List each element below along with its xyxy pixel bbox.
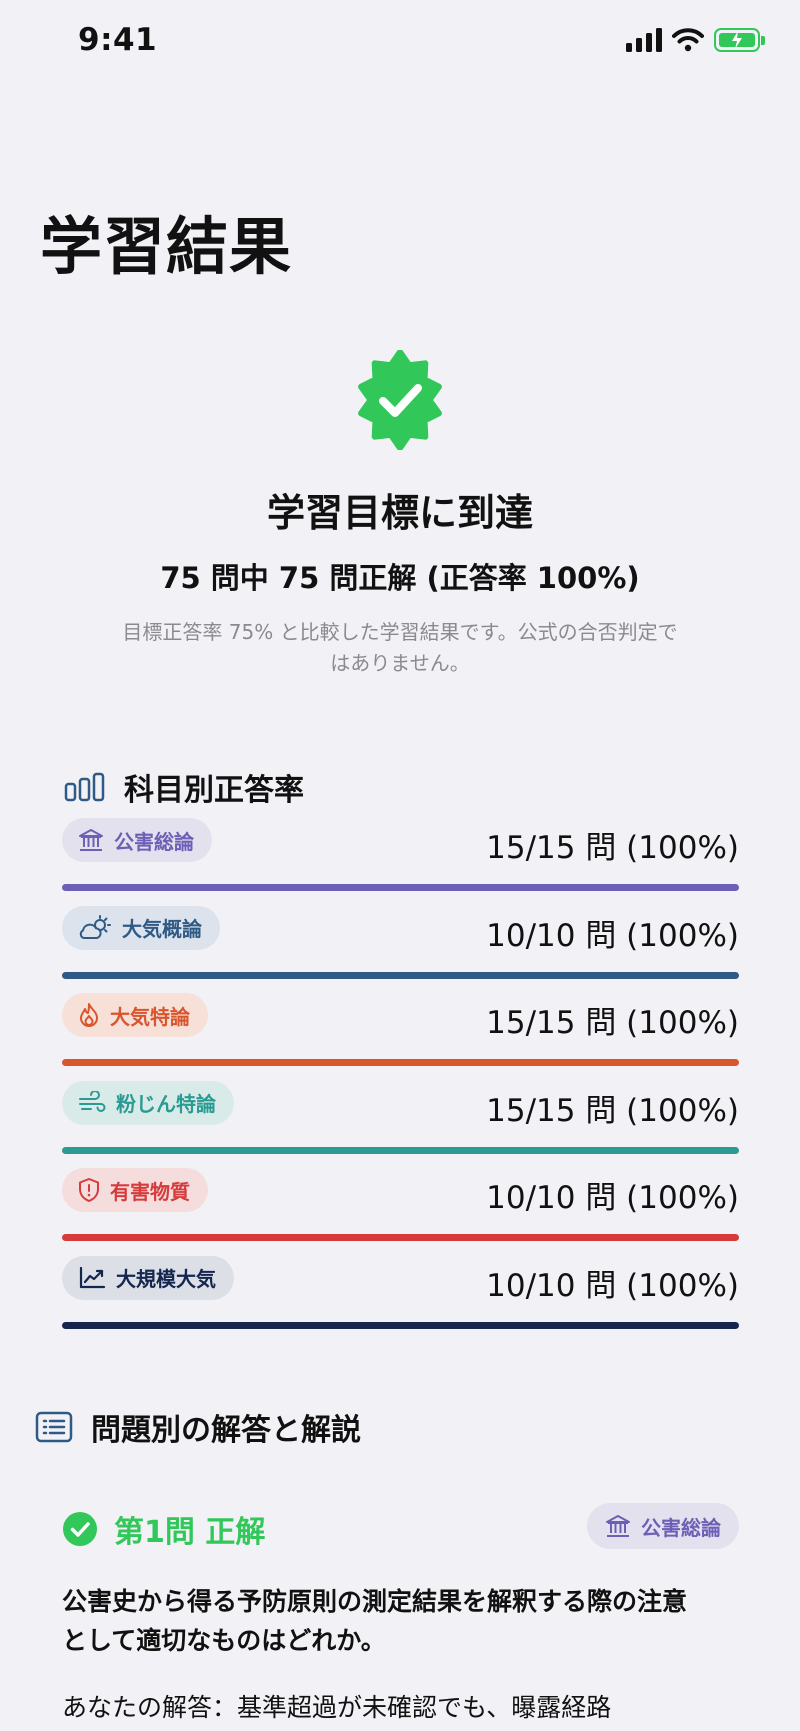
subject-name: 大規模大気 <box>116 1267 216 1291</box>
subject-chip: 大気概論 <box>62 905 220 950</box>
result-headline: 学習目標に到達 <box>266 491 533 535</box>
shield-alert-icon <box>79 1178 99 1202</box>
question-subject-name: 公害総論 <box>641 1515 721 1540</box>
subject-name: 大気概論 <box>122 917 202 941</box>
check-circle-icon <box>63 1512 97 1546</box>
subject-progress-bar <box>62 1321 739 1329</box>
questions-section-header: 問題別の解答と解説 <box>35 1405 361 1449</box>
verified-seal-icon <box>358 349 442 451</box>
question-subject-chip: 公害総論 <box>587 1503 739 1549</box>
subject-progress-bar <box>62 971 739 979</box>
subject-progress-bar <box>62 1234 739 1241</box>
questions-section-title: 問題別の解答と解説 <box>91 1413 361 1448</box>
result-score: 75 問中 75 問正解 (正答率 100%) <box>160 561 640 595</box>
status-time: 9:41 <box>78 22 158 58</box>
subject-row: 大気特論 15/15 問 (100%) <box>62 987 739 1075</box>
subject-score: 15/15 問 (100%) <box>486 1005 739 1041</box>
question-header: 第1問 正解 公害総論 <box>62 1503 739 1553</box>
result-note: 目標正答率 75% と比較した学習結果です。公式の合否判定ではありません。 <box>122 620 678 675</box>
page-title: 学習結果 <box>40 210 293 283</box>
flame-icon <box>80 1003 98 1027</box>
cellular-signal-icon <box>626 28 662 52</box>
subject-name: 大気特論 <box>110 1004 190 1029</box>
question-text: 公害史から得る予防原則の測定結果を解釈する際の注意として適切なものはどれか。 <box>62 1587 688 1655</box>
subject-row: 大気概論 10/10 問 (100%) <box>62 900 739 988</box>
subject-score: 15/15 問 (100%) <box>486 830 739 866</box>
subject-row: 粉じん特論 15/15 問 (100%) <box>62 1075 739 1163</box>
subject-row: 大規模大気 10/10 問 (100%) <box>62 1250 739 1338</box>
government-building-icon <box>606 1515 630 1537</box>
subject-chip: 公害総論 <box>62 818 212 862</box>
subjects-section-title: 科目別正答率 <box>124 773 304 808</box>
subject-chip: 有害物質 <box>62 1168 208 1212</box>
subject-row: 公害総論 15/15 問 (100%) <box>62 812 739 900</box>
subject-score: 10/10 問 (100%) <box>486 1267 739 1304</box>
bar-chart-icon <box>64 772 105 802</box>
question-user-answer: あなたの解答：基準超過が未確認でも、曝露経路 <box>62 1693 612 1722</box>
subject-row: 有害物質 10/10 問 (100%) <box>62 1162 739 1250</box>
subject-chip: 粉じん特論 <box>62 1080 234 1125</box>
subject-list: 公害総論 15/15 問 (100%) 大気概論 10/10 問 (100%) … <box>62 812 739 1337</box>
wind-icon <box>79 1090 106 1112</box>
sun-cloud-icon <box>79 914 111 939</box>
subject-name: 有害物質 <box>110 1179 190 1204</box>
subject-name: 公害総論 <box>114 829 194 854</box>
question-status-label: 第1問 正解 <box>114 1515 266 1550</box>
status-bar: 9:41 <box>0 0 800 90</box>
status-icons <box>626 28 765 52</box>
subject-progress-bar <box>62 884 739 891</box>
subject-progress-bar <box>62 1146 739 1154</box>
subject-score: 10/10 問 (100%) <box>486 1180 739 1216</box>
list-document-icon <box>35 1411 73 1443</box>
battery-charging-icon <box>714 28 765 52</box>
subject-score: 15/15 問 (100%) <box>486 1092 739 1129</box>
trend-chart-icon <box>79 1266 106 1288</box>
subject-score: 10/10 問 (100%) <box>486 917 739 954</box>
question-status: 第1問 正解 <box>62 1507 265 1551</box>
result-summary: 学習目標に到達 75 問中 75 問正解 (正答率 100%) 目標正答率 75… <box>0 349 800 679</box>
wifi-icon <box>672 28 704 52</box>
subject-chip: 大気特論 <box>62 993 208 1037</box>
subjects-section-header: 科目別正答率 <box>64 765 304 809</box>
subject-chip: 大規模大気 <box>62 1255 234 1300</box>
government-building-icon <box>79 829 103 851</box>
subject-progress-bar <box>62 1059 739 1066</box>
subject-name: 粉じん特論 <box>116 1092 216 1116</box>
